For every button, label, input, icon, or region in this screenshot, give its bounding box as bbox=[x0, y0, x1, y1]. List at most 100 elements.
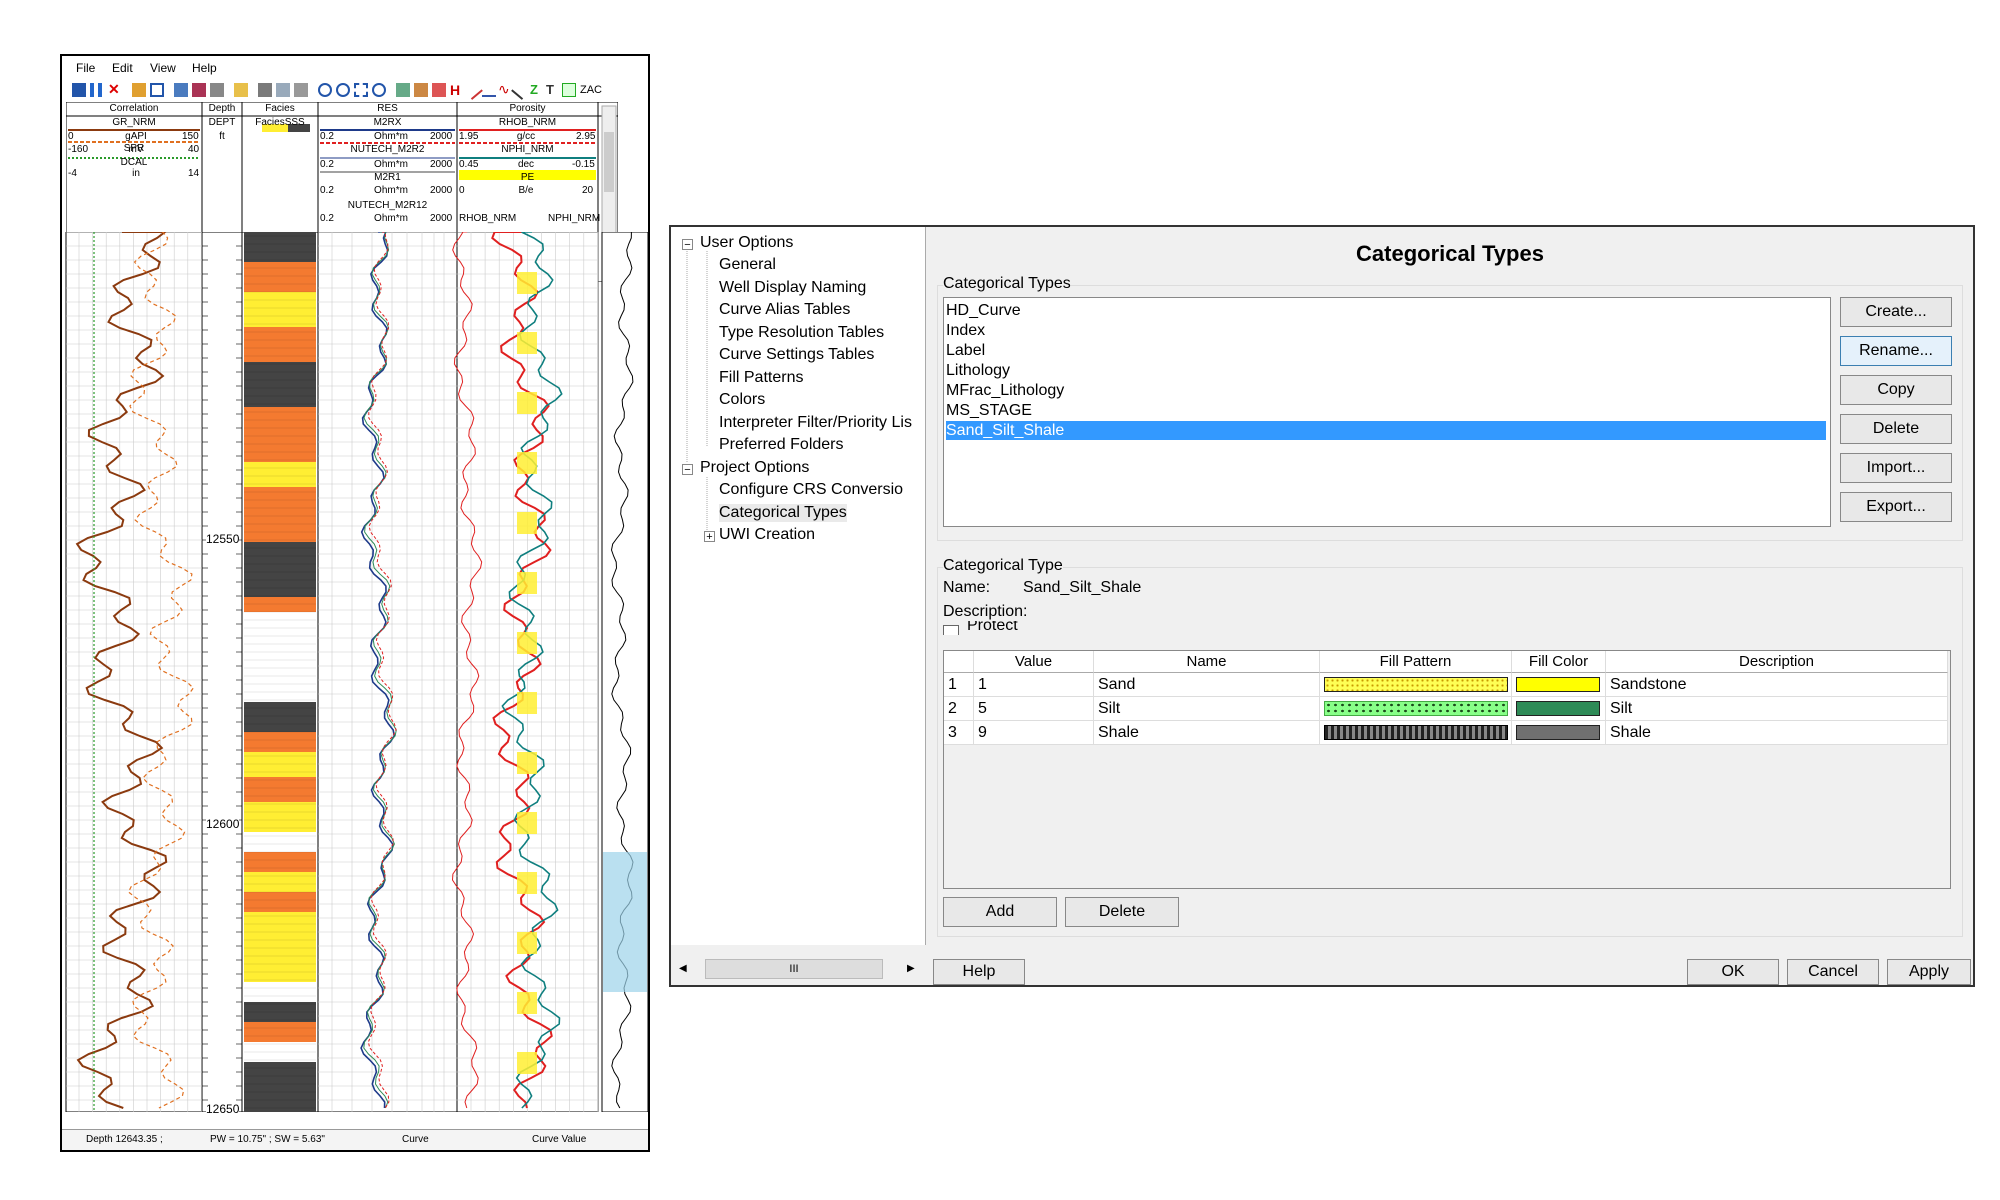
tree-configure-crs[interactable]: Configure CRS Conversio bbox=[719, 481, 923, 499]
layout-icon[interactable] bbox=[150, 83, 164, 97]
list-item[interactable]: HD_Curve bbox=[946, 301, 1826, 320]
horizon-icon[interactable]: H bbox=[450, 83, 464, 97]
scroll-right-icon[interactable]: ▶ bbox=[907, 963, 915, 974]
log-tracks[interactable]: 12550 12600 12650 bbox=[62, 232, 652, 1116]
categorical-values-grid[interactable]: Value Name Fill Pattern Fill Color Descr… bbox=[943, 650, 1951, 889]
menu-file[interactable]: File bbox=[76, 61, 95, 75]
grid-header-value[interactable]: Value bbox=[974, 651, 1094, 673]
edit-curve-icon[interactable] bbox=[396, 83, 410, 97]
grid-cell-fill-color[interactable] bbox=[1512, 673, 1606, 697]
list-item[interactable]: Label bbox=[946, 341, 1826, 360]
grid-cell-description[interactable]: Shale bbox=[1606, 721, 1948, 745]
grid-cell-value[interactable]: 9 bbox=[974, 721, 1094, 745]
help-button[interactable]: Help bbox=[933, 959, 1025, 985]
depth-label-12600: 12600 bbox=[206, 817, 240, 831]
grid-cell-fill-color[interactable] bbox=[1512, 697, 1606, 721]
zoom-window-icon[interactable] bbox=[372, 83, 386, 97]
grid-cell-name[interactable]: Sand bbox=[1094, 673, 1320, 697]
grid-cell-fill-pattern[interactable] bbox=[1320, 721, 1512, 745]
close-icon[interactable]: ✕ bbox=[108, 82, 122, 97]
protect-checkbox[interactable] bbox=[943, 621, 961, 635]
grid-header-description[interactable]: Description bbox=[1606, 651, 1948, 673]
tree-curve-alias-tables[interactable]: Curve Alias Tables bbox=[719, 301, 850, 319]
delete-row-button[interactable]: Delete bbox=[1065, 897, 1179, 927]
grid-cell-name[interactable]: Silt bbox=[1094, 697, 1320, 721]
curve-unit-pe: B/e bbox=[518, 185, 534, 196]
grid-cell-fill-color[interactable] bbox=[1512, 721, 1606, 745]
grid-header-fill-pattern[interactable]: Fill Pattern bbox=[1320, 651, 1512, 673]
grid-cell-fill-pattern[interactable] bbox=[1320, 697, 1512, 721]
arrow-tool-icon[interactable] bbox=[482, 83, 496, 97]
tree-uwi-creation[interactable]: UWI Creation bbox=[719, 526, 815, 544]
save-icon[interactable] bbox=[258, 83, 272, 97]
grid-cell-value[interactable]: 1 bbox=[974, 673, 1094, 697]
curve-draw-icon[interactable]: ∿ bbox=[498, 82, 512, 97]
zac-button[interactable]: ZAC bbox=[580, 84, 602, 96]
curve-name-rhob: RHOB_NRM bbox=[498, 117, 557, 128]
scroll-left-icon[interactable]: ◀ bbox=[679, 963, 687, 974]
track-icon[interactable] bbox=[174, 83, 188, 97]
print-preview-icon[interactable] bbox=[276, 83, 290, 97]
tree-categorical-types[interactable]: Categorical Types bbox=[719, 504, 847, 522]
cancel-button[interactable]: Cancel bbox=[1787, 959, 1879, 985]
tree-horizontal-scrollbar[interactable]: ◀ III ▶ bbox=[679, 959, 919, 979]
tree-fill-patterns[interactable]: Fill Patterns bbox=[719, 369, 803, 387]
grid-icon[interactable] bbox=[562, 83, 576, 97]
line-tool-icon[interactable] bbox=[463, 80, 483, 100]
grid-cell-description[interactable]: Sandstone bbox=[1606, 673, 1948, 697]
ok-button[interactable]: OK bbox=[1687, 959, 1779, 985]
copy-button[interactable]: Copy bbox=[1840, 375, 1952, 405]
crossover-fill bbox=[517, 572, 537, 594]
calculator-icon[interactable] bbox=[414, 83, 428, 97]
refresh-icon[interactable] bbox=[72, 83, 86, 97]
create-button[interactable]: Create... bbox=[1840, 297, 1952, 327]
export-button[interactable]: Export... bbox=[1840, 492, 1952, 522]
curve-name-facies: FaciesSSS bbox=[255, 117, 305, 128]
zoom-fit-icon[interactable] bbox=[354, 83, 368, 97]
tops-icon[interactable] bbox=[432, 83, 446, 97]
menu-help[interactable]: Help bbox=[192, 61, 217, 75]
text-icon[interactable]: T bbox=[546, 83, 560, 97]
grid-header-fill-color[interactable]: Fill Color bbox=[1512, 651, 1606, 673]
grid-row-number: 2 bbox=[944, 697, 974, 721]
add-row-button[interactable]: Add bbox=[943, 897, 1057, 927]
tree-type-resolution-tables[interactable]: Type Resolution Tables bbox=[719, 324, 884, 342]
list-item[interactable]: MS_STAGE bbox=[946, 401, 1826, 420]
pause-icon[interactable] bbox=[90, 83, 102, 97]
categorical-types-list[interactable]: HD_Curve Index Label Lithology MFrac_Lit… bbox=[943, 297, 1831, 527]
log-tracks-canvas[interactable] bbox=[62, 232, 652, 1112]
grid-cell-fill-pattern[interactable] bbox=[1320, 673, 1512, 697]
menu-edit[interactable]: Edit bbox=[112, 61, 133, 75]
grid-cell-value[interactable]: 5 bbox=[974, 697, 1094, 721]
grid-cell-description[interactable]: Silt bbox=[1606, 697, 1948, 721]
tree-well-display-naming[interactable]: Well Display Naming bbox=[719, 279, 866, 297]
sort-icon[interactable] bbox=[210, 83, 224, 97]
tree-curve-settings-tables[interactable]: Curve Settings Tables bbox=[719, 346, 874, 364]
list-item[interactable]: MFrac_Lithology bbox=[946, 381, 1826, 400]
folder-icon[interactable] bbox=[234, 83, 248, 97]
zoom-in-icon[interactable] bbox=[318, 83, 332, 97]
zoom-out-icon[interactable] bbox=[336, 83, 350, 97]
tree-preferred-folders[interactable]: Preferred Folders bbox=[719, 436, 844, 454]
tree-interpreter-filter[interactable]: Interpreter Filter/Priority Lis bbox=[719, 414, 923, 432]
curve-unit-gr: gAPI bbox=[125, 131, 147, 142]
list-item-selected[interactable]: Sand_Silt_Shale bbox=[946, 421, 1826, 440]
scroll-thumb[interactable]: III bbox=[705, 959, 883, 979]
list-item[interactable]: Index bbox=[946, 321, 1826, 340]
apply-button[interactable]: Apply bbox=[1887, 959, 1971, 985]
print-icon[interactable] bbox=[294, 83, 308, 97]
protect-checkbox-box[interactable] bbox=[943, 625, 959, 635]
curve-icon[interactable] bbox=[192, 83, 206, 97]
curve-min-m2r12: 0.2 bbox=[320, 213, 334, 224]
diagonal-tool-icon[interactable] bbox=[511, 80, 531, 100]
grid-cell-name[interactable]: Shale bbox=[1094, 721, 1320, 745]
name-label: Name: bbox=[943, 579, 991, 596]
pencil-icon[interactable] bbox=[132, 83, 146, 97]
list-item[interactable]: Lithology bbox=[946, 361, 1826, 380]
menu-view[interactable]: View bbox=[150, 61, 176, 75]
z-icon[interactable]: Z bbox=[530, 83, 544, 97]
import-button[interactable]: Import... bbox=[1840, 453, 1952, 483]
grid-header-name[interactable]: Name bbox=[1094, 651, 1320, 673]
delete-type-button[interactable]: Delete bbox=[1840, 414, 1952, 444]
rename-button[interactable]: Rename... bbox=[1840, 336, 1952, 366]
